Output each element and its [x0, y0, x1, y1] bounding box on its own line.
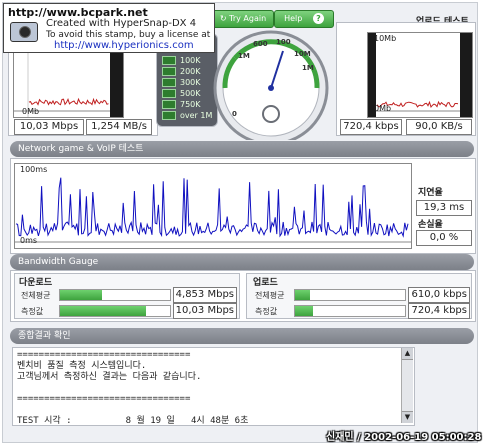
dial-label-4: 10M	[294, 50, 311, 58]
summary-section-bar: 종합결과 확인	[10, 328, 474, 344]
level-led-icon	[162, 89, 176, 98]
summary-lines: ================================ 벤치비 품질 측…	[13, 348, 414, 426]
summary-line	[17, 383, 410, 394]
loss-label: 손실율	[418, 220, 443, 230]
upload-measured-value: 720,4 kbps	[408, 303, 470, 319]
summary-line: ================================	[17, 394, 191, 404]
meter-level-0: 100K	[162, 56, 201, 65]
download-avg-value: 4,853 Mbps	[173, 287, 237, 303]
scroll-down-arrow-icon[interactable]: ▼	[402, 411, 413, 423]
download-gauge-title: 다운로드	[19, 278, 53, 288]
summary-line: TEST 시각 : 8 월 19 일 4시 48분 6초	[17, 416, 249, 426]
watermark-stamp: http://www.bcpark.net Created with Hyper…	[3, 3, 215, 53]
meter-level-label: over 1M	[180, 111, 213, 120]
meter-level-label: 200K	[180, 67, 201, 76]
upload-measured-fill	[295, 306, 313, 316]
download-avg-track	[59, 289, 171, 301]
network-section-bar: Network game & VoIP 테스트	[10, 141, 474, 157]
loss-value: 0,0 %	[416, 230, 472, 246]
network-graph	[14, 163, 412, 249]
upload-speed-kbs: 90,0 KB/s	[406, 119, 472, 135]
network-scale-top: 100ms	[20, 165, 48, 174]
summary-line: 벤치비 품질 측정 시스템입니다.	[17, 361, 147, 371]
stamp-line1: Created with HyperSnap-DX 4	[46, 18, 197, 29]
upload-scale-bottom: 0Mb	[374, 104, 392, 113]
download-measured-fill	[60, 306, 146, 316]
level-led-icon	[162, 78, 176, 87]
dial-label-0: 0	[232, 110, 237, 118]
bandwidth-section-bar: Bandwidth Gauge	[10, 254, 474, 270]
upload-avg-label: 전체평균	[255, 291, 285, 300]
upload-avg-track	[294, 289, 406, 301]
download-measured-label: 측정값	[21, 307, 44, 316]
level-led-icon	[162, 111, 176, 120]
gauge-dial	[211, 18, 331, 146]
dial-label-1: 1M	[238, 52, 250, 60]
try-again-button[interactable]: ↻ Try Again	[212, 10, 274, 28]
meter-level-label: 500K	[180, 89, 201, 98]
meter-level-label: 100K	[180, 56, 201, 65]
level-led-icon	[162, 56, 176, 65]
summary-line: ================================	[17, 350, 191, 360]
gauge-dial-svg	[213, 30, 329, 146]
download-avg-fill	[60, 290, 102, 300]
help-label: Help	[284, 14, 303, 23]
stamp-line2: To avoid this stamp, buy a license at	[46, 30, 211, 40]
meter-level-label: 300K	[180, 78, 201, 87]
meter-level-5: over 1M	[162, 111, 212, 120]
refresh-icon: ↻	[219, 14, 227, 23]
download-avg-label: 전체평균	[21, 291, 51, 300]
latency-label: 지연율	[418, 188, 443, 198]
level-led-icon	[162, 100, 176, 109]
latency-value: 19,3 ms	[416, 200, 472, 216]
try-again-label: Try Again	[229, 14, 267, 23]
upload-avg-value: 610,0 kbps	[408, 287, 470, 303]
meter-level-1: 200K	[162, 67, 201, 76]
download-speed-mbs: 1,254 MB/s	[86, 119, 152, 135]
camera-icon	[10, 22, 38, 42]
upload-scale-top: 10Mb	[374, 34, 397, 43]
download-measured-track	[59, 305, 171, 317]
footer-caption: 신재민 / 2002-06-19 05:00:28	[326, 432, 482, 443]
summary-text-area[interactable]: ================================ 벤치비 품질 측…	[12, 347, 415, 426]
summary-scrollbar[interactable]: ▲ ▼	[401, 348, 413, 423]
upload-gauge-title: 업로드	[253, 278, 278, 288]
help-button[interactable]: Help ?	[274, 10, 334, 28]
level-led-icon	[162, 67, 176, 76]
download-scale-bottom: 0Mb	[22, 107, 40, 116]
summary-line	[17, 405, 410, 416]
network-scale-bottom: 0ms	[20, 236, 38, 245]
scroll-up-arrow-icon[interactable]: ▲	[402, 348, 413, 360]
dial-label-3: 100	[276, 38, 291, 46]
meter-level-label: 750K	[180, 100, 201, 109]
meter-level-4: 750K	[162, 100, 201, 109]
stamp-line3: http://www.hyperionics.com	[54, 40, 194, 51]
upload-measured-track	[294, 305, 406, 317]
upload-speed-kbps: 720,4 kbps	[340, 119, 402, 135]
summary-line: 고객님께서 측정하신 결과는 다음과 같습니다.	[17, 372, 202, 382]
network-trace	[15, 164, 411, 248]
dial-label-2: 600	[253, 40, 268, 48]
dial-label-5: 1M	[302, 64, 314, 72]
meter-level-3: 500K	[162, 89, 201, 98]
meter-level-2: 300K	[162, 78, 201, 87]
upload-avg-fill	[295, 290, 311, 300]
download-measured-value: 10,03 Mbps	[173, 303, 237, 319]
help-icon: ?	[312, 13, 324, 24]
upload-measured-label: 측정값	[255, 307, 278, 316]
download-speed-mbps: 10,03 Mbps	[14, 119, 84, 135]
